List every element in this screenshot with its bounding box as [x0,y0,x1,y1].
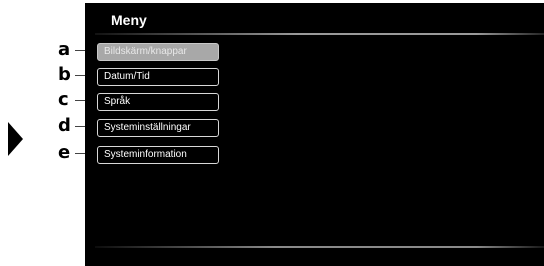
callout-letter: c [58,89,69,110]
menu-item-system-settings[interactable]: Systeminställningar [97,119,219,137]
callout-letter: d [58,115,71,136]
menu-item-date-time[interactable]: Datum/Tid [97,68,219,86]
menu-item-system-information[interactable]: Systeminformation [97,146,219,164]
menu-title: Meny [111,12,147,28]
title-divider [95,33,544,35]
device-screen: Meny Bildskärm/knappar Datum/Tid Språk S… [85,3,544,266]
callout-letter: a [58,39,71,60]
callout-letter: e [58,142,71,163]
callout-letter: b [58,64,71,85]
menu-item-language[interactable]: Språk [97,93,219,111]
menu-item-display-buttons[interactable]: Bildskärm/knappar [97,43,219,61]
bottom-divider [95,246,544,248]
pointer-arrow-icon [8,122,23,156]
